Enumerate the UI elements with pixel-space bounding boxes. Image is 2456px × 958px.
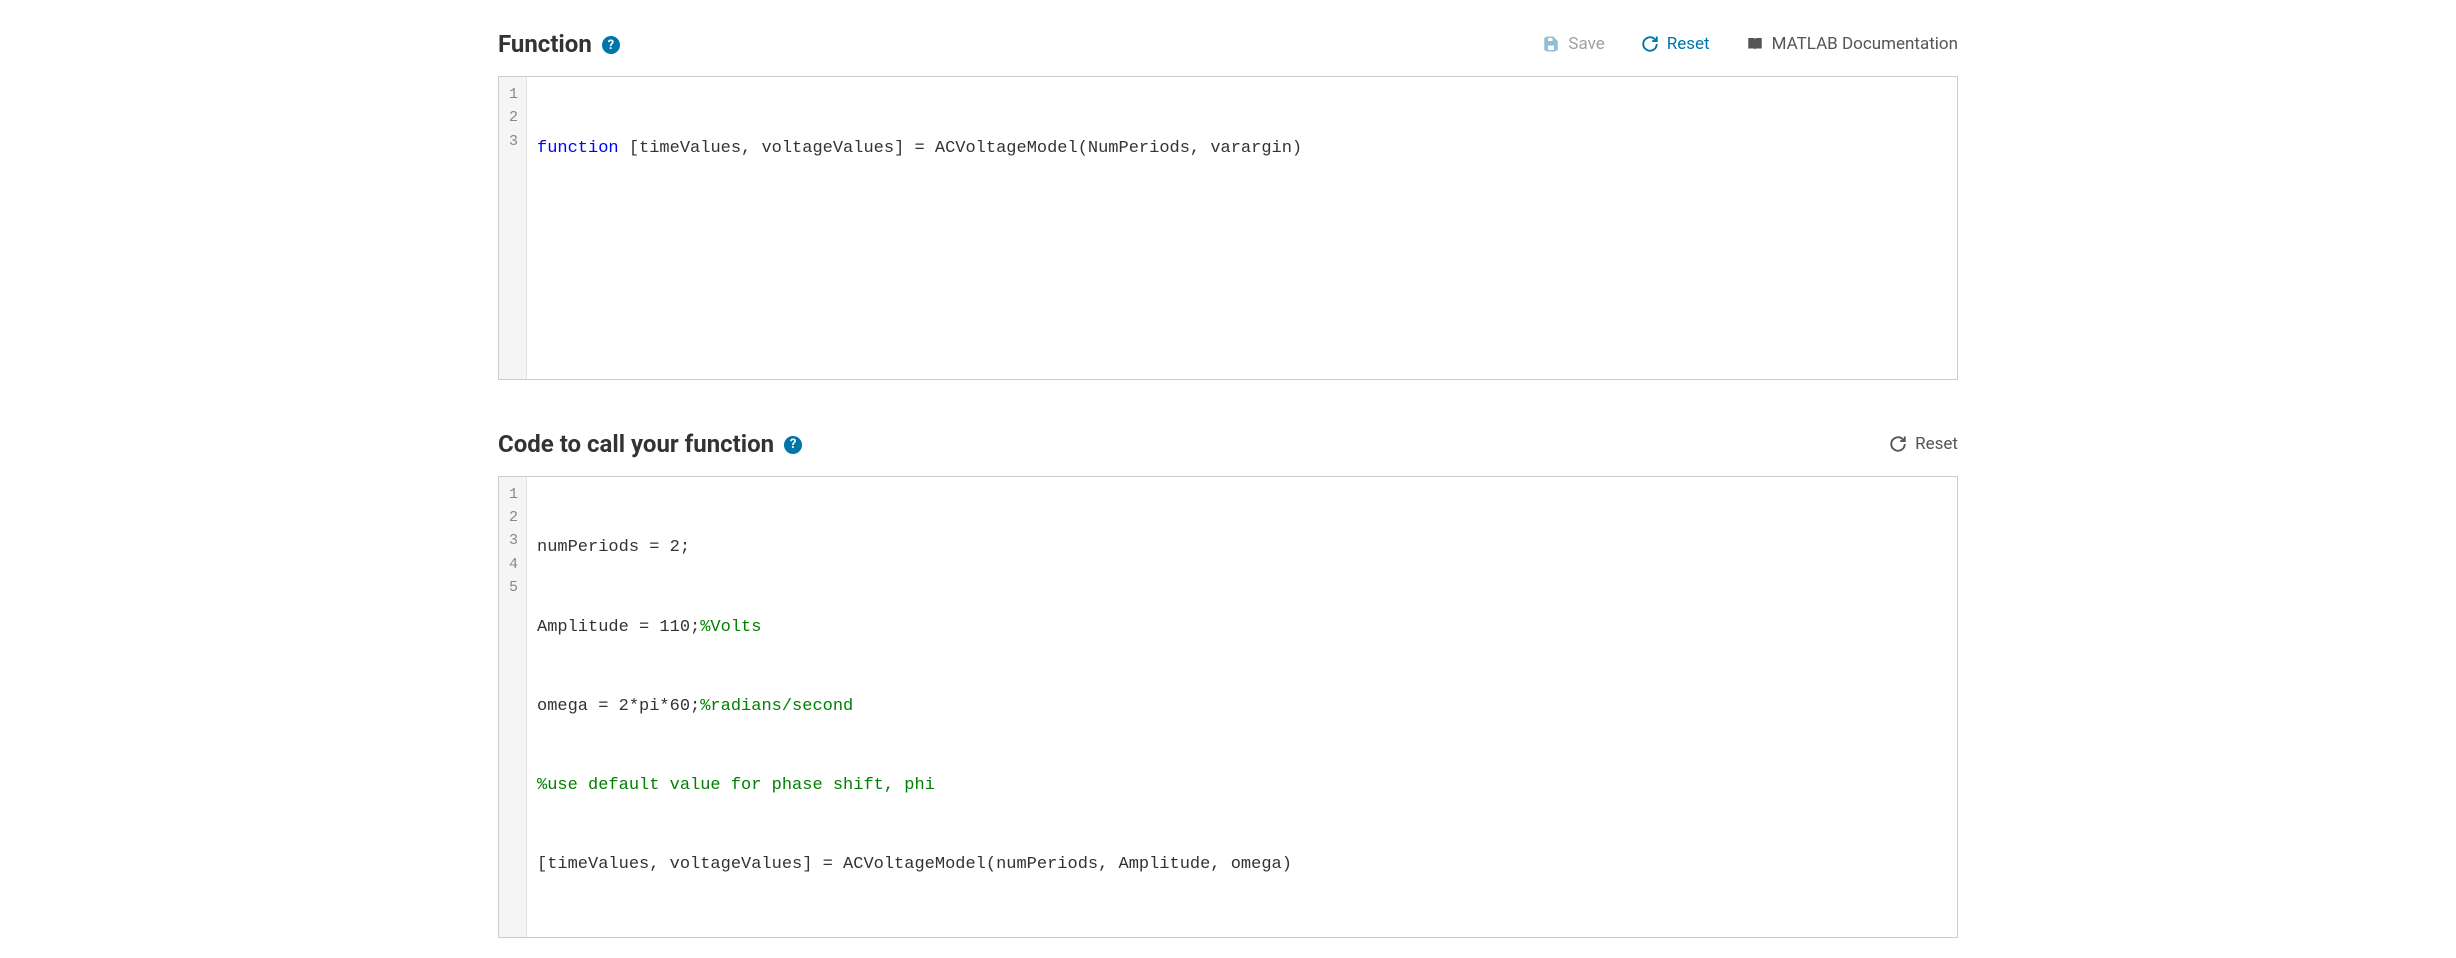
function-code-content[interactable]: function [timeValues, voltageValues] = A…	[527, 77, 1957, 379]
reset-button[interactable]: Reset	[1889, 434, 1958, 454]
reset-label: Reset	[1667, 34, 1710, 54]
caller-editor[interactable]: 1 2 3 4 5 numPeriods = 2; Amplitude = 11…	[498, 476, 1958, 938]
function-title: Function	[498, 30, 592, 58]
caller-code-content[interactable]: numPeriods = 2; Amplitude = 110;%Volts o…	[527, 477, 1957, 937]
save-icon	[1542, 35, 1560, 53]
caller-title: Code to call your function	[498, 430, 774, 458]
function-gutter: 1 2 3	[499, 77, 527, 379]
reset-icon	[1641, 35, 1659, 53]
save-button[interactable]: Save	[1542, 34, 1604, 54]
caller-section-header: Code to call your function ? Reset	[498, 430, 1958, 458]
function-toolbar: Save Reset MATLAB Docume	[1542, 34, 1958, 54]
docs-label: MATLAB Documentation	[1772, 34, 1958, 54]
book-icon	[1746, 35, 1764, 53]
reset-button[interactable]: Reset	[1641, 34, 1710, 54]
caller-toolbar: Reset	[1889, 434, 1958, 454]
caller-gutter: 1 2 3 4 5	[499, 477, 527, 937]
help-icon[interactable]: ?	[602, 36, 620, 54]
save-label: Save	[1568, 34, 1604, 54]
function-editor[interactable]: 1 2 3 function [timeValues, voltageValue…	[498, 76, 1958, 380]
function-section-header: Function ? Save	[498, 30, 1958, 58]
reset-label: Reset	[1915, 434, 1958, 454]
docs-button[interactable]: MATLAB Documentation	[1746, 34, 1958, 54]
help-icon[interactable]: ?	[784, 436, 802, 454]
reset-icon	[1889, 435, 1907, 453]
